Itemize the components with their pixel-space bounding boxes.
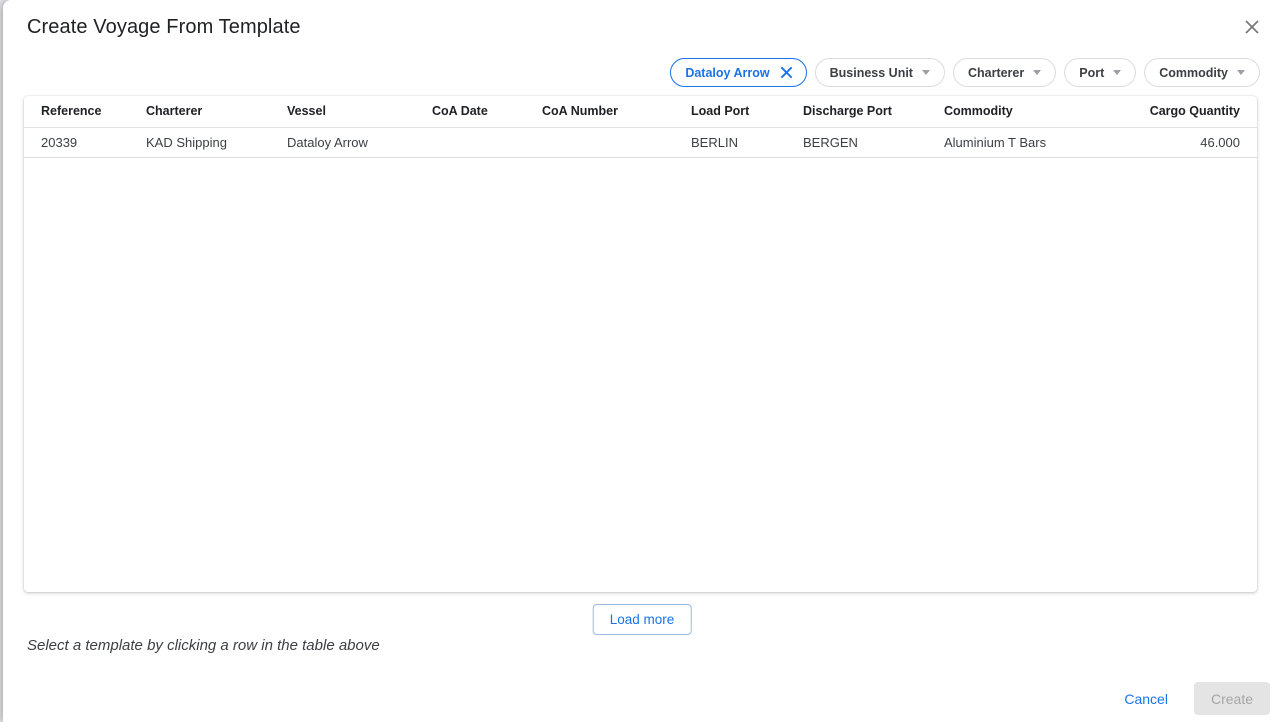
column-header-vessel: Vessel xyxy=(279,96,424,127)
close-icon xyxy=(1244,19,1260,35)
filter-chip-label: Commodity xyxy=(1159,66,1228,80)
filter-chip-label: Charterer xyxy=(968,66,1024,80)
clear-filter-icon[interactable] xyxy=(779,65,794,80)
filter-chip-business-unit[interactable]: Business Unit xyxy=(815,58,945,87)
page-title: Create Voyage From Template xyxy=(27,16,301,39)
cell-coa-date xyxy=(424,127,534,157)
column-header-reference: Reference xyxy=(24,96,138,127)
column-header-coa-date: CoA Date xyxy=(424,96,534,127)
table-row[interactable]: 20339 KAD Shipping Dataloy Arrow BERLIN … xyxy=(24,127,1257,157)
cell-discharge-port: BERGEN xyxy=(795,127,936,157)
filter-chip-commodity[interactable]: Commodity xyxy=(1144,58,1260,87)
instruction-note: Select a template by clicking a row in t… xyxy=(27,637,380,654)
chevron-down-icon xyxy=(1033,70,1041,75)
cell-commodity: Aluminium T Bars xyxy=(936,127,1083,157)
filter-chip-vessel-selected[interactable]: Dataloy Arrow xyxy=(670,58,806,87)
cell-vessel: Dataloy Arrow xyxy=(279,127,424,157)
close-button[interactable] xyxy=(1238,13,1266,41)
cell-cargo-quantity: 46.000 xyxy=(1083,127,1257,157)
filter-chip-port[interactable]: Port xyxy=(1064,58,1136,87)
chevron-down-icon xyxy=(1237,70,1245,75)
chevron-down-icon xyxy=(922,70,930,75)
cell-charterer: KAD Shipping xyxy=(138,127,279,157)
create-button[interactable]: Create xyxy=(1194,682,1270,715)
dialog-actions: Cancel Create xyxy=(1120,682,1270,715)
column-header-load-port: Load Port xyxy=(683,96,795,127)
filter-chip-label: Dataloy Arrow xyxy=(685,66,769,80)
column-header-discharge-port: Discharge Port xyxy=(795,96,936,127)
cell-reference: 20339 xyxy=(24,127,138,157)
column-header-coa-number: CoA Number xyxy=(534,96,683,127)
column-header-cargo-quantity: Cargo Quantity xyxy=(1083,96,1257,127)
cell-load-port: BERLIN xyxy=(683,127,795,157)
templates-table-card: Reference Charterer Vessel CoA Date CoA … xyxy=(24,96,1257,592)
templates-table: Reference Charterer Vessel CoA Date CoA … xyxy=(24,96,1257,158)
cancel-button[interactable]: Cancel xyxy=(1120,683,1172,715)
chevron-down-icon xyxy=(1113,70,1121,75)
filter-chip-charterer[interactable]: Charterer xyxy=(953,58,1056,87)
create-voyage-dialog: Create Voyage From Template Dataloy Arro… xyxy=(3,0,1280,722)
column-header-charterer: Charterer xyxy=(138,96,279,127)
filter-chip-bar: Dataloy Arrow Business Unit Charterer Po… xyxy=(670,58,1260,87)
filter-chip-label: Port xyxy=(1079,66,1104,80)
load-more-button[interactable]: Load more xyxy=(593,604,692,635)
column-header-commodity: Commodity xyxy=(936,96,1083,127)
table-header-row: Reference Charterer Vessel CoA Date CoA … xyxy=(24,96,1257,127)
cell-coa-number xyxy=(534,127,683,157)
filter-chip-label: Business Unit xyxy=(830,66,913,80)
